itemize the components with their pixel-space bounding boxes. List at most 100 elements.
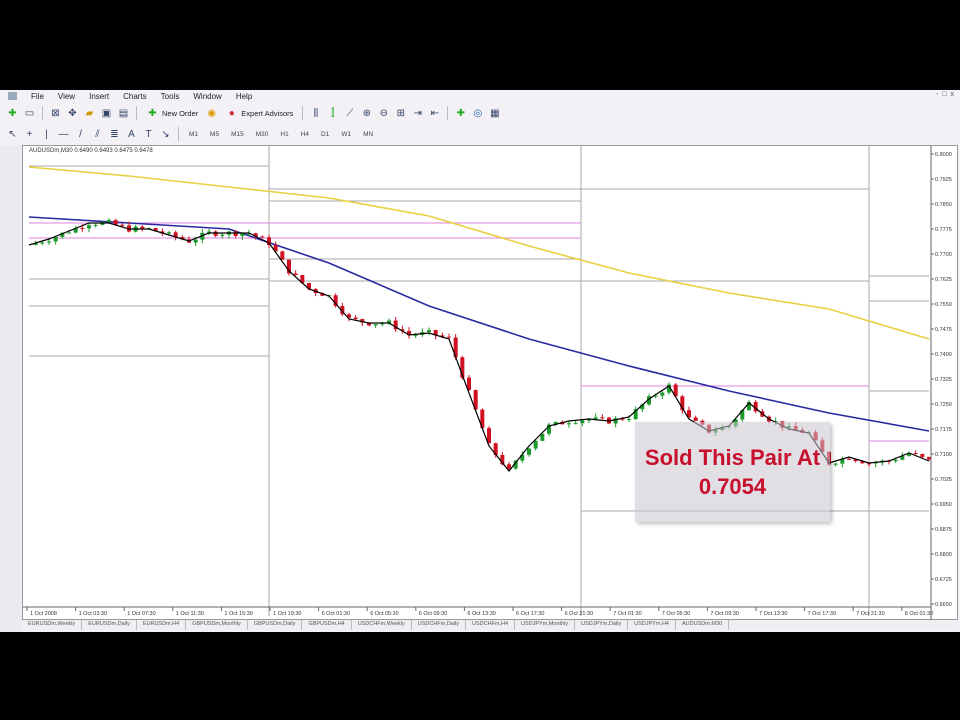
chart-tab[interactable]: GBPUSDm,Monthly [186,620,248,630]
price-tick-label: 0.7925 [935,177,952,183]
cursor-icon[interactable]: ↖ [6,128,19,141]
candle-body [213,231,218,236]
auto-scroll-icon[interactable]: ⇥ [411,107,424,120]
time-tick-label: 7 Oct 13:30 [759,611,787,617]
menu-insert[interactable]: Insert [89,92,109,101]
price-chart[interactable]: 0.8000 0.7925 0.7850 0.7775 0.7700 0.7625 0.75… [23,146,959,621]
price-tick-label: 0.7025 [935,477,952,483]
timeframe-m1[interactable]: M1 [185,131,202,138]
chart-tab[interactable]: USDJPYm,H4 [628,620,676,630]
periods-icon[interactable]: ◎ [471,107,484,120]
chart-tab[interactable]: EURUSDm,H4 [137,620,187,630]
chart-tab[interactable]: USDJPYm,Monthly [515,620,576,630]
zoom-out-icon[interactable]: ⊖ [377,107,390,120]
menu-file[interactable]: File [31,92,44,101]
candle-body [107,220,111,222]
market-watch-icon[interactable]: ⊠ [49,107,62,120]
line-chart-icon[interactable]: ⟋ [343,107,356,120]
menu-charts[interactable]: Charts [123,92,147,101]
timeframe-m5[interactable]: M5 [206,131,223,138]
channel-icon[interactable]: ⫽ [91,128,104,141]
vertical-line-icon[interactable]: | [40,128,53,141]
candle-body [627,419,631,421]
time-tick-label: 1 Oct 2008 [30,611,57,617]
price-tick-label: 0.7550 [935,302,952,308]
price-tick-label: 0.6800 [935,552,952,558]
timeframe-d1[interactable]: D1 [317,131,333,138]
expert-advisors-button[interactable]: ● Expert Advisors [222,107,296,120]
chart-tab[interactable]: AUDUSDm,M30 [676,620,730,630]
price-tick-label: 0.7250 [935,402,952,408]
text-icon[interactable]: A [125,128,138,141]
menu-help[interactable]: Help [236,92,252,101]
timeframe-mn[interactable]: MN [359,131,377,138]
timeframe-m15[interactable]: M15 [227,131,248,138]
candlesticks-icon[interactable]: ⫿ [326,107,339,120]
chart-tab[interactable]: GBPUSDm,H4 [302,620,352,630]
candle-body [573,423,578,425]
price-tick-label: 0.6950 [935,502,952,508]
chart-tab[interactable]: GBPUSDm,Daily [248,620,303,630]
time-tick-label: 8 Oct 01:30 [905,611,933,617]
left-scroll-strip[interactable] [0,145,22,632]
menu-window[interactable]: Window [193,92,221,101]
chart-tab[interactable]: EURUSDm,Weekly [22,620,83,630]
zoom-in-icon[interactable]: ⊕ [360,107,373,120]
close-button[interactable]: x [951,91,955,98]
folder-icon[interactable]: ▰ [83,107,96,120]
time-tick-label: 6 Oct 13:30 [467,611,495,617]
menu-view[interactable]: View [58,92,75,101]
indicators-icon[interactable]: ✚ [454,107,467,120]
candle-body [53,236,58,242]
terminal-icon[interactable]: ▣ [100,107,113,120]
chart-tab[interactable]: USDCHFm,H4 [466,620,516,630]
price-tick-label: 0.7625 [935,277,952,283]
separator [447,106,449,120]
candle-body [507,464,511,469]
horizontal-line-icon[interactable]: — [57,128,70,141]
price-tick-label: 0.7850 [935,202,952,208]
price-tick-label: 0.7475 [935,327,952,333]
label-icon[interactable]: T [142,128,155,141]
chart-tab[interactable]: EURUSDm,Daily [82,620,137,630]
chart-header: AUDUSDm,M30 0.6490 0.6493 0.6475 0.6478 [29,148,153,154]
menu-tools[interactable]: Tools [161,92,180,101]
timeframe-w1[interactable]: W1 [337,131,355,138]
candle-body [533,440,538,449]
bar-chart-icon[interactable]: ⫼ [309,107,322,120]
time-tick-label: 7 Oct 09:30 [710,611,738,617]
new-chart-icon[interactable]: ✚ [6,107,19,120]
candle-body [120,224,125,226]
chart-tab[interactable]: USDCHFm,Daily [412,620,466,630]
minimize-button[interactable]: - [936,91,938,98]
crosshair-icon[interactable]: + [23,128,36,141]
metaeditor-icon[interactable]: ◉ [205,107,218,120]
templates-icon[interactable]: ▦ [488,107,501,120]
chart-tab[interactable]: USDJPYm,Daily [575,620,629,630]
timeframe-m30[interactable]: M30 [252,131,273,138]
trendline-icon[interactable]: / [74,128,87,141]
chart-shift-icon[interactable]: ⇤ [428,107,441,120]
fibonacci-icon[interactable]: ≣ [108,128,121,141]
arrows-icon[interactable]: ↘ [159,128,172,141]
time-tick-label: 7 Oct 01:30 [613,611,641,617]
navigator-icon[interactable]: ✥ [66,107,79,120]
chart-tab[interactable]: USDCHFm,Weekly [352,620,412,630]
time-tick-label: 1 Oct 07:30 [127,611,155,617]
tile-windows-icon[interactable]: ⊞ [394,107,407,120]
chart-window[interactable]: 0.8000 0.7925 0.7850 0.7775 0.7700 0.7625 0.75… [22,145,959,621]
candle-body [567,423,571,425]
mt4-window: File View Insert Charts Tools Window Hel… [0,90,960,632]
timeframe-h4[interactable]: H4 [297,131,313,138]
new-order-icon: ✚ [148,107,157,119]
timeframe-h1[interactable]: H1 [276,131,292,138]
time-tick-label: 1 Oct 15:30 [224,611,252,617]
new-order-label: New Order [162,108,199,118]
chart-tabs: EURUSDm,Weekly EURUSDm,Daily EURUSDm,H4 GBP… [22,620,958,630]
candle-body [893,459,898,462]
tester-icon[interactable]: ▤ [117,107,130,120]
profiles-icon[interactable]: ▭ [23,107,36,120]
new-order-button[interactable]: ✚ New Order [143,107,201,120]
time-tick-label: 6 Oct 17:30 [516,611,544,617]
restore-button[interactable]: □ [942,91,946,98]
